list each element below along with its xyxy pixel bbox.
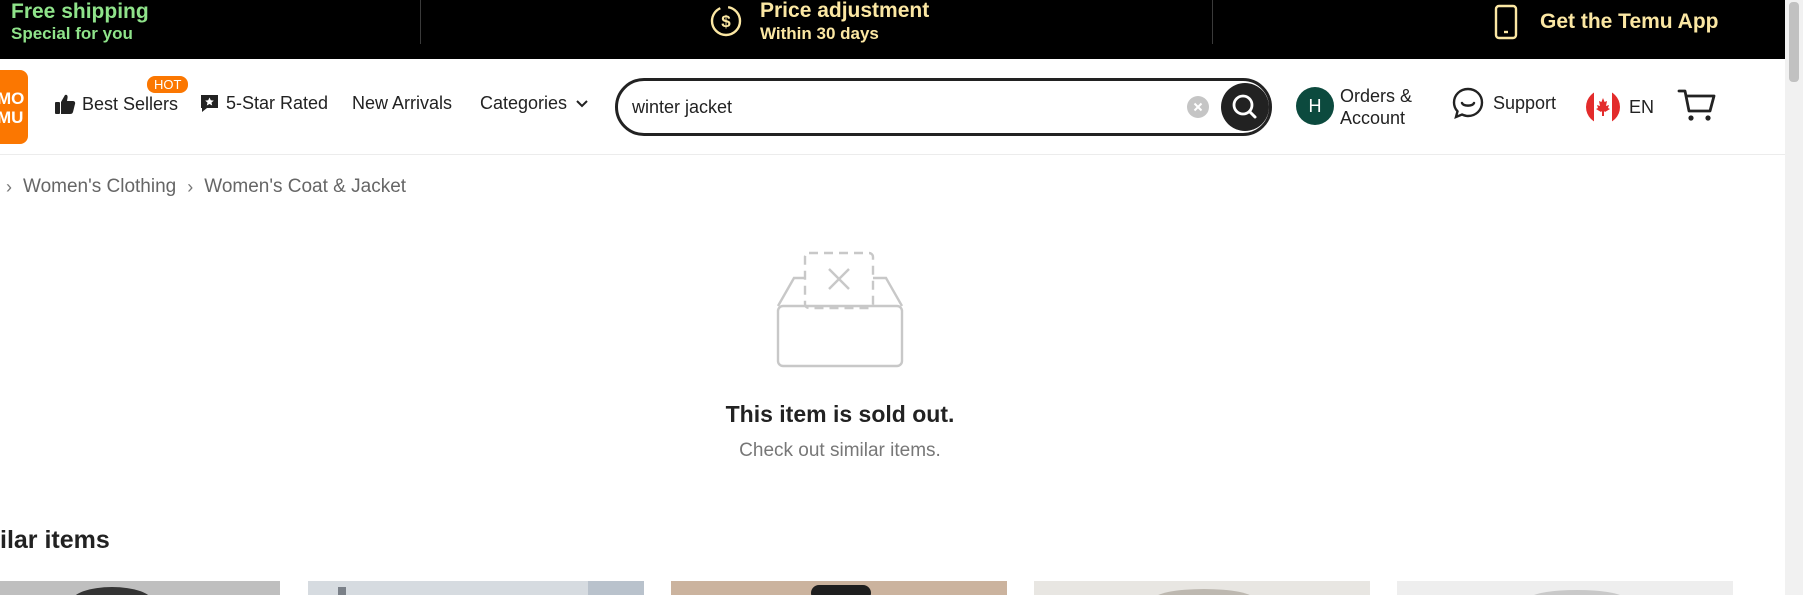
nav-new-arrivals[interactable]: New Arrivals <box>352 93 452 114</box>
search-button[interactable] <box>1221 83 1269 131</box>
hot-badge: HOT <box>147 76 189 93</box>
orders-account-link[interactable]: Orders & Account <box>1340 85 1412 129</box>
support-label: Support <box>1493 92 1557 113</box>
logo-text: MO <box>0 89 25 108</box>
best-sellers-label: Best Sellers <box>82 93 179 114</box>
get-app-label: Get the Temu App <box>1540 10 1719 33</box>
product-card[interactable] <box>1397 581 1733 595</box>
search-bar <box>615 78 1272 136</box>
banner-divider <box>1212 0 1213 44</box>
price-adjustment-subtitle: Within 30 days <box>760 24 879 43</box>
page: Free shipping Special for you $ Price ad… <box>0 0 1803 595</box>
close-icon <box>1193 102 1203 112</box>
free-shipping-title: Free shipping <box>11 0 149 23</box>
nav-best-sellers[interactable]: Best Sellers <box>54 93 178 115</box>
product-card[interactable] <box>1034 581 1370 595</box>
banner-divider <box>420 0 421 44</box>
logo-text: MU <box>0 108 24 127</box>
categories-label: Categories <box>480 93 568 113</box>
five-star-label: 5-Star Rated <box>226 93 329 113</box>
chevron-down-icon <box>576 99 588 107</box>
breadcrumb-separator: › <box>6 176 12 197</box>
sold-out-box-icon <box>776 251 904 368</box>
product-card[interactable] <box>0 581 280 595</box>
product-card[interactable] <box>308 581 644 595</box>
breadcrumb-separator: › <box>187 176 194 197</box>
breadcrumb-womens-clothing[interactable]: Women's Clothing <box>23 176 176 198</box>
canada-flag-icon <box>1586 90 1620 124</box>
nav-categories[interactable]: Categories <box>480 93 589 114</box>
breadcrumb: › Women's Clothing › Women's Coat & Jack… <box>0 176 406 198</box>
product-image <box>0 581 280 595</box>
promo-banner: Free shipping Special for you $ Price ad… <box>0 0 1785 59</box>
product-image <box>671 581 1007 595</box>
product-image <box>1397 581 1733 595</box>
page-scrollbar[interactable] <box>1785 0 1803 595</box>
price-adjustment-title: Price adjustment <box>760 0 930 22</box>
price-adjustment-icon: $ <box>710 5 742 37</box>
phone-icon <box>1494 4 1518 40</box>
cart-button[interactable] <box>1677 87 1717 128</box>
breadcrumb-womens-coat-jacket[interactable]: Women's Coat & Jacket <box>204 176 406 198</box>
clear-search-button[interactable] <box>1187 96 1209 118</box>
new-arrivals-label: New Arrivals <box>352 93 453 113</box>
free-shipping-subtitle: Special for you <box>11 24 133 43</box>
product-image <box>1034 581 1370 595</box>
nav-five-star-rated[interactable]: 5-Star Rated <box>199 93 328 114</box>
orders-account-label: Orders & <box>1340 86 1413 106</box>
star-rating-icon <box>201 95 218 112</box>
main-header: MO MU Best Sellers HOT 5-Star Rated New … <box>0 59 1785 155</box>
similar-items-heading: ilar items <box>0 526 110 554</box>
support-link[interactable]: Support <box>1451 86 1556 120</box>
sold-out-title: This item is sold out. <box>725 401 955 427</box>
language-label: EN <box>1629 96 1655 117</box>
shopping-cart-icon <box>1677 89 1716 121</box>
search-icon <box>1232 94 1257 119</box>
product-card[interactable] <box>671 581 1007 595</box>
product-image <box>308 581 644 595</box>
temu-logo[interactable]: MO MU <box>0 70 28 144</box>
sold-out-subtitle: Check out similar items. <box>739 440 941 461</box>
language-selector[interactable]: EN <box>1585 89 1654 125</box>
avatar[interactable]: H <box>1296 87 1334 125</box>
search-input[interactable] <box>632 93 1172 121</box>
orders-account-label: Account <box>1340 108 1406 128</box>
thumbs-up-icon <box>55 94 76 114</box>
scrollbar-thumb[interactable] <box>1789 2 1799 82</box>
support-chat-icon <box>1452 87 1484 120</box>
svg-text:$: $ <box>721 12 731 31</box>
